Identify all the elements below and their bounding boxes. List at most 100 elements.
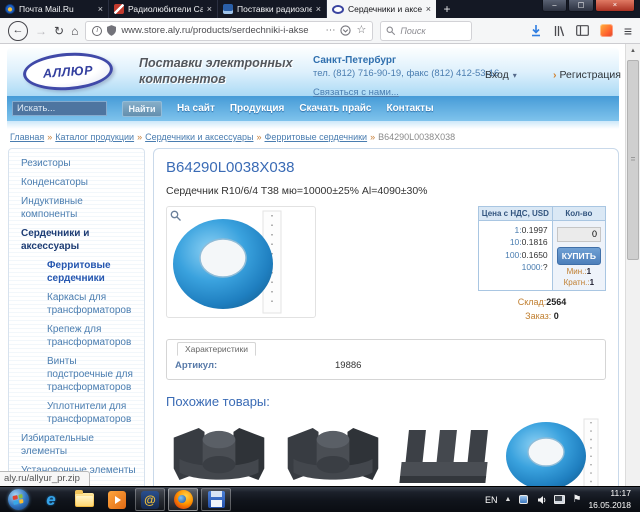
product-description: Сердечник R10/6/4 T38 мю=10000±25% Al=40…: [166, 185, 606, 197]
new-tab-button[interactable]: +: [436, 0, 458, 18]
site-search-button[interactable]: Найти: [122, 101, 162, 117]
stock-line: Склад:2564: [478, 296, 606, 310]
tray-update-icon[interactable]: [518, 494, 529, 505]
breadcrumb-ferrite[interactable]: Ферритовые сердечники: [265, 132, 368, 142]
taskbar-clock[interactable]: 11:17 16.05.2018: [588, 488, 633, 510]
quantity-input[interactable]: [557, 227, 601, 242]
language-indicator[interactable]: EN: [485, 495, 498, 505]
contact-us-link[interactable]: Связаться с нами...: [313, 87, 399, 98]
network-icon[interactable]: [554, 494, 565, 505]
sidebar-item-selective[interactable]: Избирательные элементы: [9, 429, 144, 461]
allyur-logo[interactable]: АЛЛЮР: [22, 50, 114, 93]
page-actions-icon[interactable]: ⋯: [325, 26, 335, 36]
taskbar-explorer-button[interactable]: [69, 488, 99, 511]
nav-link-to-site[interactable]: На сайт: [177, 103, 215, 114]
sidebar-item-fasteners[interactable]: Крепеж для трансформаторов: [9, 320, 144, 352]
screenshot-extension-icon[interactable]: [600, 24, 613, 37]
sidebar-item-cores[interactable]: Сердечники и аксессуары: [9, 224, 144, 256]
tab-close-icon[interactable]: ×: [98, 4, 103, 14]
library-icon[interactable]: [553, 25, 565, 37]
taskbar-media-button[interactable]: [102, 488, 132, 511]
scrollbar-thumb[interactable]: [627, 60, 639, 260]
browser-search-input[interactable]: [400, 26, 460, 36]
nav-link-pricelist[interactable]: Скачать прайс: [299, 103, 371, 114]
system-tray: EN ▲ ⚑ 11:17 16.05.2018: [485, 488, 637, 510]
tab-title: Поставки радиоэлектронн: [237, 4, 312, 14]
tab-title: Сердечники и аксессуары: [348, 4, 422, 14]
site-header: АЛЛЮР Поставки электронных компонентов С…: [7, 48, 619, 96]
product-image[interactable]: [166, 206, 316, 318]
zoom-magnifier-icon[interactable]: [170, 210, 182, 222]
register-link[interactable]: › Регистрация: [553, 69, 621, 81]
downloads-icon[interactable]: [530, 24, 542, 37]
taskbar-mailru-agent-button[interactable]: @: [135, 488, 165, 511]
sidebar-item-capacitors[interactable]: Конденсаторы: [9, 173, 144, 192]
tab-close-icon[interactable]: ×: [316, 4, 321, 14]
sidebar-item-ferrite-cores[interactable]: Ферритовые сердечники: [9, 256, 144, 288]
tab-characteristics[interactable]: Характеристики: [177, 342, 256, 356]
sidebar-toggle-icon[interactable]: [576, 25, 589, 36]
sidebar-item-seals[interactable]: Уплотнители для трансформаторов: [9, 397, 144, 429]
similar-product-pot-core-2[interactable]: [280, 417, 386, 486]
home-button[interactable]: ⌂: [71, 25, 78, 37]
maximize-button[interactable]: ▢: [568, 0, 594, 12]
tray-expand-icon[interactable]: ▲: [505, 496, 512, 503]
sidebar-item-tuning-screws[interactable]: Винты подстроечные для трансформаторов: [9, 352, 144, 397]
volume-icon[interactable]: [536, 494, 547, 505]
back-button[interactable]: ←: [8, 21, 28, 41]
tab-mail[interactable]: Почта Mail.Ru ×: [0, 0, 109, 18]
bookmark-star-icon[interactable]: ☆: [356, 25, 366, 36]
breadcrumb-separator: »: [137, 132, 142, 142]
similar-product-e-core[interactable]: [394, 420, 494, 486]
breadcrumb-cores[interactable]: Сердечники и аксессуары: [145, 132, 253, 142]
breadcrumb-separator: »: [256, 132, 261, 142]
sidebar-item-resistors[interactable]: Резисторы: [9, 154, 144, 173]
url-text[interactable]: www.store.aly.ru/products/serdechniki-i-…: [121, 25, 320, 36]
taskbar-save-app-button[interactable]: [201, 488, 231, 511]
nav-link-contacts[interactable]: Контакты: [386, 103, 433, 114]
category-sidebar: Резисторы Конденсаторы Индуктивные компо…: [8, 148, 145, 486]
firefox-icon: [174, 490, 193, 509]
page-scrollbar[interactable]: ▲: [625, 44, 640, 486]
action-center-flag-icon[interactable]: ⚑: [572, 495, 581, 505]
breadcrumb-catalog[interactable]: Каталог продукции: [55, 132, 134, 142]
scrollbar-up-icon[interactable]: ▲: [626, 44, 640, 58]
sidebar-item-bobbins[interactable]: Каркасы для трансформаторов: [9, 288, 144, 320]
page-info-icon[interactable]: i: [92, 26, 102, 36]
breadcrumb-separator: »: [47, 132, 52, 142]
tab-close-icon[interactable]: ×: [426, 4, 431, 14]
similar-product-pot-core-1[interactable]: [166, 417, 272, 486]
close-window-button[interactable]: ×: [595, 0, 635, 12]
site-search-input[interactable]: [12, 101, 107, 116]
start-button[interactable]: [3, 488, 33, 511]
tab-cores-active[interactable]: Сердечники и аксессуары ×: [327, 0, 436, 18]
pocket-icon[interactable]: [340, 25, 351, 36]
nav-fade: [7, 121, 619, 129]
browser-search[interactable]: [380, 21, 472, 41]
site-tagline: Поставки электронных компонентов: [139, 56, 293, 87]
contacts-block: Санкт-Петербург тел. (812) 716-90-19, фа…: [313, 54, 499, 102]
phone-label: тел. (812) 716-90-19, факс (812) 412-53-…: [313, 68, 499, 81]
menu-hamburger-icon[interactable]: ≡: [624, 24, 632, 38]
buy-button[interactable]: КУПИТЬ: [557, 247, 601, 265]
similar-product-toroid[interactable]: [502, 417, 606, 486]
forward-button[interactable]: →: [35, 25, 47, 37]
tracking-shield-icon[interactable]: [107, 25, 116, 36]
nav-link-products[interactable]: Продукция: [230, 103, 284, 114]
folder-icon: [75, 493, 94, 507]
tab-radio[interactable]: Радиолюбители Санкт-Пет ×: [109, 0, 218, 18]
min-order-line: Мин.:1: [557, 267, 601, 276]
sidebar-item-inductive[interactable]: Индуктивные компоненты: [9, 192, 144, 224]
price-tier-row: 1000?: [483, 261, 548, 273]
minimize-button[interactable]: –: [542, 0, 567, 12]
reload-button[interactable]: ↻: [54, 25, 64, 37]
toroid-core-image: [167, 207, 315, 317]
price-tier-row: 1000.1650: [483, 249, 548, 261]
tab-close-icon[interactable]: ×: [207, 4, 212, 14]
address-bar[interactable]: i www.store.aly.ru/products/serdechniki-…: [85, 21, 373, 41]
login-button[interactable]: Вход ▾: [485, 69, 517, 81]
taskbar-ie-button[interactable]: e: [36, 488, 66, 511]
taskbar-firefox-button[interactable]: [168, 488, 198, 511]
tab-supplier[interactable]: Поставки радиоэлектронн ×: [218, 0, 327, 18]
breadcrumb-home[interactable]: Главная: [10, 132, 44, 142]
